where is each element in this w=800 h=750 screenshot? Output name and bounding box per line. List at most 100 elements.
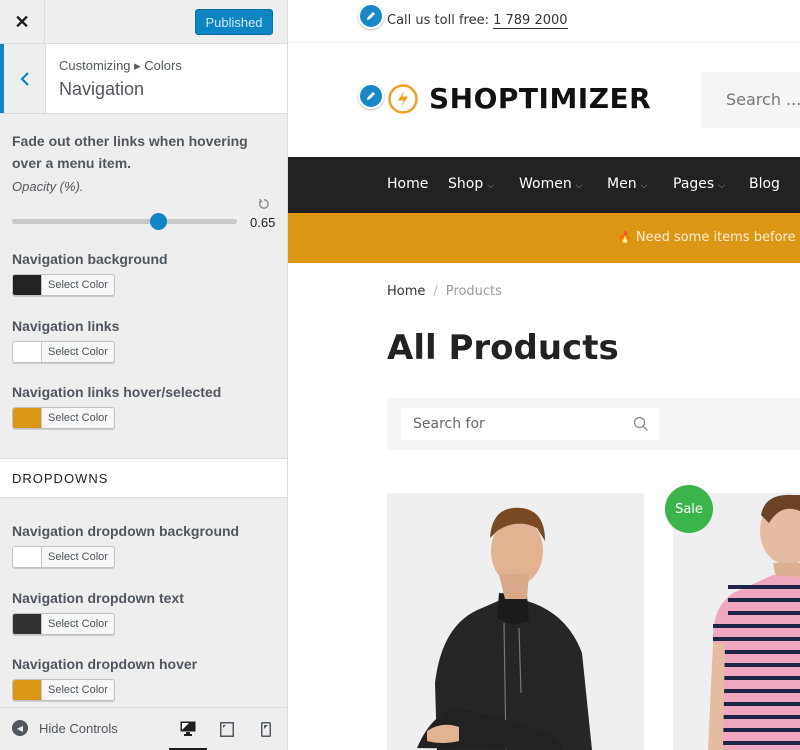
toll-free-text: Call us toll free: 1 789 2000 — [387, 13, 568, 29]
collapse-arrow-icon: ◀ — [12, 720, 28, 736]
select-color-button[interactable]: Select Color — [12, 613, 115, 635]
page-title: All Products — [387, 328, 619, 368]
promo-banner: 🔥 Need some items before t — [288, 213, 800, 263]
breadcrumb: Home / Products — [387, 284, 502, 299]
select-color-label: Select Color — [48, 346, 108, 358]
nav-label: Shop — [448, 176, 484, 192]
shirt-stripe — [713, 663, 800, 667]
dropdowns-heading: DROPDOWNS — [0, 458, 287, 498]
mobile-icon — [261, 722, 271, 737]
publish-button[interactable]: Published — [195, 9, 273, 35]
nav-label: Home — [387, 176, 429, 192]
search-placeholder: Search for — [413, 416, 485, 432]
pencil-icon — [367, 92, 375, 100]
top-info-bar: Call us toll free: 1 789 2000 — [288, 0, 800, 43]
nav-item-men[interactable]: Men ⌵ — [607, 176, 647, 192]
color-swatch — [13, 680, 42, 700]
nav-item-pages[interactable]: Pages ⌵ — [673, 176, 725, 192]
select-color-button[interactable]: Select Color — [12, 274, 115, 296]
breadcrumb-separator: / — [433, 284, 438, 299]
breadcrumb-current: Products — [445, 284, 502, 299]
chevron-down-icon: ⌵ — [487, 181, 495, 191]
hide-controls-button[interactable]: ◀ Hide Controls — [12, 720, 118, 736]
edit-shortcut-button[interactable] — [358, 83, 384, 109]
opacity-value: 0.65 — [250, 215, 276, 230]
fire-icon: 🔥 — [618, 231, 632, 244]
nav-item-blog[interactable]: Blog — [749, 176, 780, 192]
select-color-button[interactable]: Select Color — [12, 341, 115, 363]
opacity-slider-thumb[interactable] — [149, 213, 167, 230]
shirt-stripe — [728, 611, 800, 615]
nav-label: Blog — [749, 176, 780, 192]
fade-control-label: Fade out other links when hovering over … — [12, 133, 248, 171]
color-label: Navigation links — [12, 318, 120, 334]
section-title: Navigation — [59, 79, 145, 99]
nav-links-hover-control: Navigation links hover/selected Select C… — [12, 384, 221, 429]
main-navigation: Home Shop ⌵ Women ⌵ Men ⌵ Pages ⌵ Blog — [288, 157, 800, 213]
nav-label: Women — [519, 176, 572, 192]
select-color-button[interactable]: Select Color — [12, 407, 115, 429]
preview-tablet-button[interactable] — [208, 708, 246, 750]
color-swatch — [13, 342, 42, 362]
chevron-left-icon — [19, 71, 29, 86]
reset-icon[interactable] — [258, 198, 272, 212]
close-customizer-button[interactable]: ✕ — [0, 0, 45, 44]
chevron-down-icon: ⌵ — [718, 181, 726, 191]
product-photo-leather-jacket — [387, 493, 644, 750]
search-icon[interactable] — [633, 416, 649, 432]
color-swatch — [13, 614, 42, 634]
product-image[interactable] — [387, 493, 644, 750]
chevron-down-icon: ⌵ — [640, 181, 648, 191]
dropdown-hover-control: Navigation dropdown hover Select Color — [12, 656, 197, 701]
header-search-input[interactable]: Search ... — [701, 72, 800, 128]
shirt-stripe — [713, 702, 800, 706]
nav-links-control: Navigation links Select Color — [12, 318, 119, 363]
tablet-icon — [220, 722, 234, 737]
color-label: Navigation dropdown text — [12, 590, 184, 606]
shirt-stripe — [728, 598, 800, 602]
hide-controls-label: Hide Controls — [39, 720, 118, 736]
dropdown-background-control: Navigation dropdown background Select Co… — [12, 523, 239, 568]
color-label: Navigation background — [12, 251, 168, 267]
site-logo[interactable]: SHOPTIMIZER — [387, 82, 651, 115]
nav-label: Men — [607, 176, 637, 192]
preview-mobile-button[interactable] — [247, 708, 285, 750]
nav-item-home[interactable]: Home — [387, 176, 428, 192]
pencil-icon — [367, 12, 375, 20]
shirt-stripe — [713, 689, 800, 693]
color-label: Navigation dropdown hover — [12, 656, 198, 672]
chevron-down-icon: ⌵ — [575, 181, 583, 191]
opacity-slider-track[interactable] — [12, 219, 237, 224]
nav-item-shop[interactable]: Shop ⌵ — [448, 176, 494, 192]
select-color-label: Select Color — [48, 551, 108, 563]
phone-link[interactable]: 1 789 2000 — [493, 13, 568, 29]
shirt-stripe — [713, 650, 800, 654]
nav-item-women[interactable]: Women ⌵ — [519, 176, 583, 192]
product-search-band: Search for — [387, 398, 800, 450]
select-color-button[interactable]: Select Color — [12, 679, 115, 701]
select-color-label: Select Color — [48, 618, 108, 630]
preview-desktop-button[interactable] — [169, 708, 207, 750]
breadcrumb-home[interactable]: Home — [387, 284, 425, 299]
lightning-bolt-icon — [388, 83, 418, 114]
product-search-input[interactable]: Search for — [401, 408, 659, 440]
shirt-stripe — [713, 676, 800, 680]
customizer-footer: ◀ Hide Controls — [0, 707, 287, 750]
shirt-stripe — [728, 585, 800, 589]
shirt-stripe — [713, 741, 800, 745]
edit-shortcut-button[interactable] — [358, 3, 384, 29]
color-swatch — [13, 275, 42, 295]
customizer-breadcrumb: Customizing ▸ Colors — [59, 58, 182, 73]
nav-label: Pages — [673, 176, 715, 192]
color-label: Navigation dropdown background — [12, 523, 240, 539]
back-button[interactable] — [0, 44, 46, 113]
select-color-label: Select Color — [48, 684, 108, 696]
section-header: Customizing ▸ Colors Navigation — [0, 44, 287, 114]
select-color-label: Select Color — [48, 279, 108, 291]
color-label: Navigation links hover/selected — [12, 384, 222, 400]
dropdown-text-control: Navigation dropdown text Select Color — [12, 590, 184, 635]
shirt-stripe — [713, 715, 800, 719]
customizer-sidebar: ✕ Published Customizing ▸ Colors Navigat… — [0, 0, 288, 750]
select-color-button[interactable]: Select Color — [12, 546, 115, 568]
customizer-topbar: ✕ Published — [0, 0, 287, 44]
